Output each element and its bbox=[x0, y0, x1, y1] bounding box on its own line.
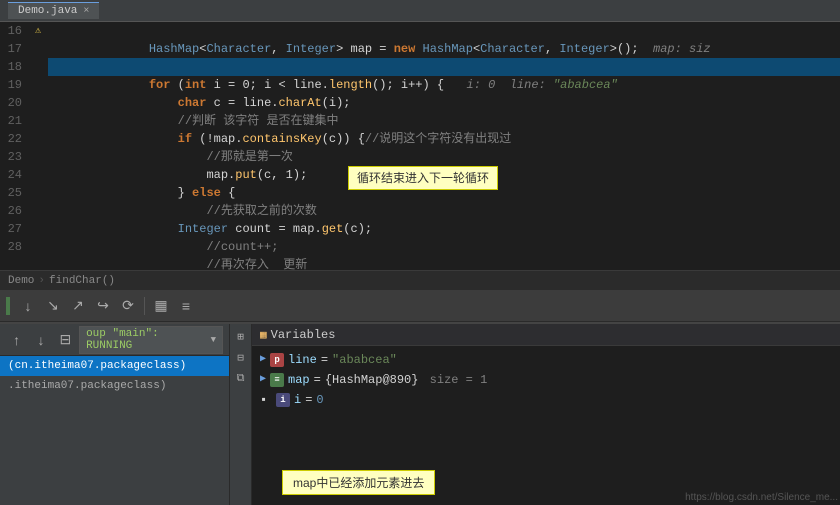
running-badge[interactable]: oup "main": RUNNING ▼ bbox=[79, 326, 223, 354]
code-line-scroll: ... bbox=[48, 256, 840, 270]
expand-all-btn[interactable]: ⊞ bbox=[232, 328, 250, 346]
code-line-27: //count++; bbox=[48, 220, 840, 238]
debug-toolbar: ↓ ↘ ↗ ↪ ⟳ ▦ ≡ bbox=[0, 290, 840, 322]
step-out-btn[interactable]: ↗ bbox=[67, 295, 89, 317]
var-expand-line[interactable]: ▶ bbox=[260, 350, 266, 370]
var-eq-line: = bbox=[321, 350, 328, 370]
var-eq-map: = bbox=[314, 370, 321, 390]
code-line-19: char c = line.charAt(i); bbox=[48, 76, 840, 94]
thread-item-0[interactable]: (cn.itheima07.packageclass) bbox=[0, 356, 229, 376]
gutter: ⚠ bbox=[28, 22, 48, 270]
variables-content: ▶ p line = "ababcea" ▶ ≡ map = {HashMap@… bbox=[252, 346, 840, 505]
var-row-i[interactable]: ▪ i i = 0 bbox=[252, 390, 840, 410]
bottom-annotation: map中已经添加元素进去 bbox=[282, 470, 435, 495]
variables-toolbar-strip: ⊞ ⊟ ⧉ bbox=[230, 324, 252, 505]
layout-btn[interactable]: ≡ bbox=[175, 295, 197, 317]
code-line-23: map.put(c, 1); bbox=[48, 148, 840, 166]
var-name-map: map bbox=[288, 370, 310, 390]
variables-panel: ▦ Variables ▶ p line = "ababcea" ▶ ≡ map… bbox=[252, 324, 840, 505]
code-line-20: //判断 该字符 是否在键集中 bbox=[48, 94, 840, 112]
editor-area: 16 17 18 19 20 21 22 23 24 25 26 27 28 ⚠ bbox=[0, 22, 840, 270]
var-type-icon-arr: ≡ bbox=[270, 373, 284, 387]
var-type-icon-p: p bbox=[270, 353, 284, 367]
frames-btn[interactable]: ▦ bbox=[150, 295, 172, 317]
running-dropdown-icon: ▼ bbox=[211, 335, 216, 345]
thread-filter-btn[interactable]: ⊟ bbox=[55, 329, 76, 351]
variables-icon: ▦ bbox=[260, 328, 267, 342]
var-val-i: 0 bbox=[316, 390, 323, 410]
running-label: oup "main": RUNNING bbox=[86, 328, 208, 352]
code-line-28: //再次存入 更新 bbox=[48, 238, 840, 256]
step-into-btn[interactable]: ↘ bbox=[42, 295, 64, 317]
code-line-22: //那就是第一次 bbox=[48, 130, 840, 148]
breadcrumb: Demo › findChar() bbox=[0, 270, 840, 290]
var-name-line: line bbox=[288, 350, 317, 370]
thread-item-1[interactable]: .itheima07.packageclass) bbox=[0, 376, 229, 396]
code-line-21: if (!map.containsKey(c)) {//说明这个字符没有出现过 bbox=[48, 112, 840, 130]
debug-indicator bbox=[6, 297, 10, 315]
code-content[interactable]: HashMap<Character, Integer> map = new Ha… bbox=[48, 22, 840, 270]
var-no-expand: ▪ bbox=[260, 390, 272, 410]
step-over-btn[interactable]: ↓ bbox=[17, 295, 39, 317]
collapse-all-btn[interactable]: ⊟ bbox=[232, 349, 250, 367]
toolbar-sep-1 bbox=[144, 297, 145, 315]
code-line-24: } else { 循环结束进入下一轮循环 bbox=[48, 166, 840, 184]
bottom-panel: ↑ ↓ ⊟ oup "main": RUNNING ▼ (cn.itheima0… bbox=[0, 322, 840, 505]
tab-close-icon[interactable]: × bbox=[83, 6, 89, 17]
code-line-16: HashMap<Character, Integer> map = new Ha… bbox=[48, 22, 840, 40]
variables-header: ▦ Variables bbox=[252, 324, 840, 346]
code-line-17: //2:遍历字符串 bbox=[48, 40, 840, 58]
variables-title: Variables bbox=[271, 328, 336, 342]
var-type-icon-i: i bbox=[276, 393, 290, 407]
breadcrumb-method: findChar() bbox=[49, 275, 115, 287]
run-cursor-btn[interactable]: ↪ bbox=[92, 295, 114, 317]
var-val-line: "ababcea" bbox=[332, 350, 397, 370]
code-line-18: for (int i = 0; i < line.length(); i++) … bbox=[48, 58, 840, 76]
thread-item-1-label: .itheima07.packageclass) bbox=[8, 380, 166, 392]
var-size-map: size = 1 bbox=[422, 370, 487, 390]
thread-panel: ↑ ↓ ⊟ oup "main": RUNNING ▼ (cn.itheima0… bbox=[0, 324, 230, 505]
var-name-i: i bbox=[294, 390, 301, 410]
thread-up-btn[interactable]: ↑ bbox=[6, 329, 27, 351]
var-row-line[interactable]: ▶ p line = "ababcea" bbox=[252, 350, 840, 370]
breadcrumb-class: Demo bbox=[8, 275, 34, 287]
evaluate-btn[interactable]: ⟳ bbox=[117, 295, 139, 317]
thread-list: (cn.itheima07.packageclass) .itheima07.p… bbox=[0, 356, 229, 505]
breadcrumb-sep: › bbox=[38, 275, 45, 287]
var-eq-i: = bbox=[305, 390, 312, 410]
code-annotation-loop: 循环结束进入下一轮循环 bbox=[348, 166, 498, 190]
code-line-26: Integer count = map.get(c); bbox=[48, 202, 840, 220]
thread-item-0-label: (cn.itheima07.packageclass) bbox=[8, 360, 186, 372]
thread-toolbar: ↑ ↓ ⊟ oup "main": RUNNING ▼ bbox=[0, 324, 229, 356]
watermark: https://blog.csdn.net/Silence_me... bbox=[685, 492, 838, 503]
line-numbers: 16 17 18 19 20 21 22 23 24 25 26 27 28 bbox=[0, 22, 28, 270]
title-bar: Demo.java × bbox=[0, 0, 840, 22]
file-tab[interactable]: Demo.java × bbox=[8, 2, 99, 19]
var-row-map[interactable]: ▶ ≡ map = {HashMap@890} size = 1 bbox=[252, 370, 840, 390]
var-expand-map[interactable]: ▶ bbox=[260, 370, 266, 390]
thread-down-btn[interactable]: ↓ bbox=[30, 329, 51, 351]
breakpoint-icon: ⚠ bbox=[28, 22, 48, 40]
tab-label: Demo.java bbox=[18, 5, 77, 17]
var-val-map: {HashMap@890} bbox=[325, 370, 419, 390]
copy-btn[interactable]: ⧉ bbox=[232, 370, 250, 388]
